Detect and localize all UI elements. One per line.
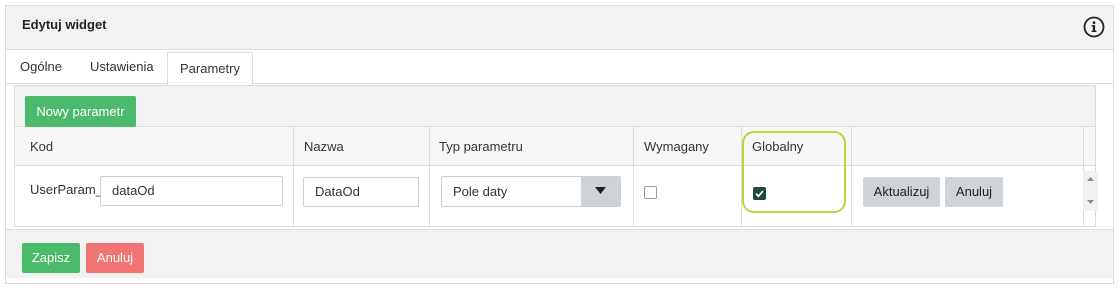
dialog-footer: Zapisz Anuluj [6,230,1113,278]
global-checkbox[interactable] [753,187,766,200]
dialog-title: Edytuj widget [22,17,107,32]
parameters-panel: Nowy parametr Kod Nazwa Typ parametru Wy… [14,85,1096,227]
new-parameter-button[interactable]: Nowy parametr [25,96,136,127]
column-divider [293,127,294,227]
checkmark-icon [755,190,764,198]
info-circle-icon[interactable] [1083,16,1105,38]
panel-toolbar: Nowy parametr [15,86,1095,127]
vertical-scrollbar[interactable] [1083,171,1098,211]
column-divider [429,127,430,227]
column-divider [633,127,634,227]
column-header-code: Kod [30,139,54,154]
save-button[interactable]: Zapisz [22,243,80,273]
tab-settings[interactable]: Ustawienia [90,50,162,84]
code-prefix: UserParam_ [30,182,103,197]
grid-header [15,127,1095,166]
cancel-button[interactable]: Anuluj [86,243,144,273]
row-cancel-button[interactable]: Anuluj [945,177,1003,207]
dialog-header: Edytuj widget [6,6,1113,50]
scroll-arrows-icon [1087,177,1094,204]
column-header-type: Typ parametru [439,139,523,154]
dropdown-arrow[interactable] [581,177,620,206]
column-divider [851,127,852,227]
required-checkbox[interactable] [644,186,657,199]
column-header-required: Wymagany [644,139,709,154]
tab-parameters[interactable]: Parametry [167,52,253,85]
column-header-name: Nazwa [304,139,344,154]
column-header-global: Globalny [752,139,804,154]
chevron-down-icon [595,187,606,194]
parameter-type-select[interactable]: Pole daty [441,176,621,207]
column-divider [741,127,742,227]
code-input[interactable]: dataOd [100,176,283,206]
tab-general[interactable]: Ogólne [20,50,70,84]
parameter-type-value: Pole daty [453,184,508,199]
tab-bar: Ogólne Ustawienia Parametry [6,50,1113,85]
name-input[interactable]: DataOd [303,177,419,207]
update-button[interactable]: Aktualizuj [863,177,940,207]
